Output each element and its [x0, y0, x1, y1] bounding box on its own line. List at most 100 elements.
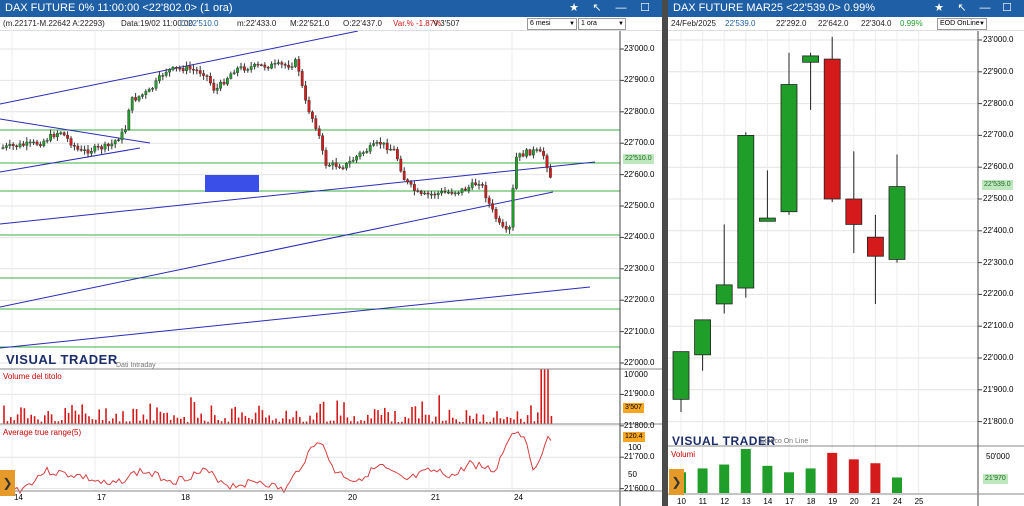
candle-body: [263, 64, 267, 68]
candle-body: [528, 149, 532, 156]
y-tick-label: 22'500.0: [983, 194, 1014, 203]
atr-tag: 120.4: [623, 432, 645, 442]
candle-body: [518, 153, 522, 158]
y-tick-label: 22'000.0: [624, 358, 655, 367]
candle-body: [198, 70, 202, 74]
info-open: 22'292.0: [776, 19, 807, 28]
candle-body: [11, 144, 15, 147]
candle-body: [72, 145, 76, 147]
y-tick-label: 21'900.0: [983, 384, 1014, 394]
candle-body: [171, 67, 175, 70]
right-window-titlebar[interactable]: DAX FUTURE MAR25 <22'539.0> 0.99% ★ ↖ — …: [668, 0, 1024, 17]
candle-body: [491, 203, 494, 210]
resize-arrow-icon[interactable]: ↖: [953, 0, 971, 17]
volume-bar: [805, 468, 816, 493]
atr-pane-title: Average true range(5): [3, 428, 82, 437]
x-tick-label: 18: [806, 497, 816, 506]
candle-body: [35, 141, 39, 145]
candle-body: [351, 159, 355, 162]
candle-body: [195, 69, 199, 72]
resize-arrow-icon[interactable]: ↖: [588, 0, 606, 17]
star-icon[interactable]: ★: [930, 0, 948, 17]
candle-body: [212, 82, 216, 91]
left-chart-area[interactable]: [0, 31, 662, 506]
candle-body: [382, 142, 386, 145]
source-select-value: EOD OnLine: [940, 20, 980, 27]
candle-body: [144, 91, 148, 95]
left-window-title: DAX FUTURE 0% 11:00:00 <22'802.0> (1 ora…: [5, 2, 233, 14]
candle-body: [416, 190, 420, 192]
x-tick-label: 12: [720, 497, 730, 506]
candle-body: [331, 162, 335, 166]
y-tick-label: 22'400.0: [624, 232, 655, 242]
candle-body: [542, 150, 546, 156]
candle-body: [246, 69, 250, 71]
candle-body: [515, 156, 518, 189]
highlight-box: [205, 175, 259, 192]
candle-body: [379, 141, 382, 145]
candle-body: [672, 351, 690, 400]
candle-body: [430, 193, 433, 196]
candle-body: [300, 71, 304, 86]
candle-body: [487, 197, 491, 204]
star-icon[interactable]: ★: [565, 0, 583, 17]
candle-body: [130, 97, 134, 111]
interval-select[interactable]: 1 ora ▼: [578, 18, 626, 30]
y-tick-label: 21'700.0: [624, 452, 655, 462]
y-tick-label: 22'300.0: [983, 257, 1014, 267]
y-tick-label: 22'700.0: [624, 138, 655, 148]
volume-bar: [697, 468, 708, 493]
right-last-price-tag: 22'539.0: [982, 180, 1013, 190]
candle-body: [66, 134, 70, 139]
candle-body: [229, 73, 233, 79]
candle-body: [399, 158, 403, 172]
y-tick-label: 21'900.0: [624, 389, 655, 399]
expand-arrow-icon[interactable]: ❯: [669, 469, 684, 495]
minimize-icon[interactable]: —: [976, 0, 994, 17]
y-tick-label: 22'500.0: [624, 201, 655, 210]
y-tick-label: 22'800.0: [983, 98, 1014, 108]
candle-body: [888, 186, 906, 260]
candle-body: [780, 84, 798, 213]
period-select[interactable]: 6 mesi ▼: [527, 18, 577, 30]
candle-body: [110, 143, 114, 147]
info-min: m:22'433.0: [237, 19, 277, 28]
source-select[interactable]: EOD OnLine ▼: [937, 18, 987, 30]
maximize-icon[interactable]: ☐: [636, 0, 654, 17]
candle-body: [355, 156, 358, 161]
info-close: C:22'510.0: [180, 19, 219, 28]
candle-body: [464, 188, 467, 191]
y-tick-label: 22'600.0: [624, 169, 655, 179]
expand-arrow-icon[interactable]: ❯: [0, 470, 15, 496]
candle-body: [845, 198, 863, 225]
candle-body: [161, 75, 165, 77]
candle-body: [341, 167, 345, 169]
chevron-down-icon: ▼: [979, 21, 985, 27]
candle-body: [474, 182, 477, 186]
volume-bar: [848, 459, 859, 493]
volume-bar: [762, 465, 773, 493]
candle-body: [253, 63, 256, 67]
volume-bar: [892, 477, 902, 493]
volume-axis-tick: 10'000: [624, 370, 648, 379]
candle-body: [372, 143, 375, 146]
candle-body: [242, 66, 246, 71]
left-window-titlebar[interactable]: DAX FUTURE 0% 11:00:00 <22'802.0> (1 ora…: [0, 0, 662, 17]
candle-body: [185, 65, 188, 71]
candle-body: [694, 319, 712, 356]
info-pct: 0.99%: [900, 19, 923, 28]
right-window-title: DAX FUTURE MAR25 <22'539.0> 0.99%: [673, 2, 876, 14]
desktop: DAX FUTURE 0% 11:00:00 <22'802.0> (1 ora…: [0, 0, 1024, 506]
candle-body: [39, 144, 42, 146]
candle-body: [147, 89, 151, 92]
y-tick-label: 21'600.0: [624, 483, 655, 493]
x-tick-label: 24: [514, 493, 523, 502]
x-tick-label: 17: [97, 493, 106, 502]
candle-body: [535, 149, 539, 151]
maximize-icon[interactable]: ☐: [998, 0, 1016, 17]
candle-body: [525, 149, 529, 157]
candle-body: [280, 62, 284, 65]
minimize-icon[interactable]: —: [612, 0, 630, 17]
atr-tick-50: 50: [628, 470, 637, 479]
candle-body: [100, 146, 104, 150]
